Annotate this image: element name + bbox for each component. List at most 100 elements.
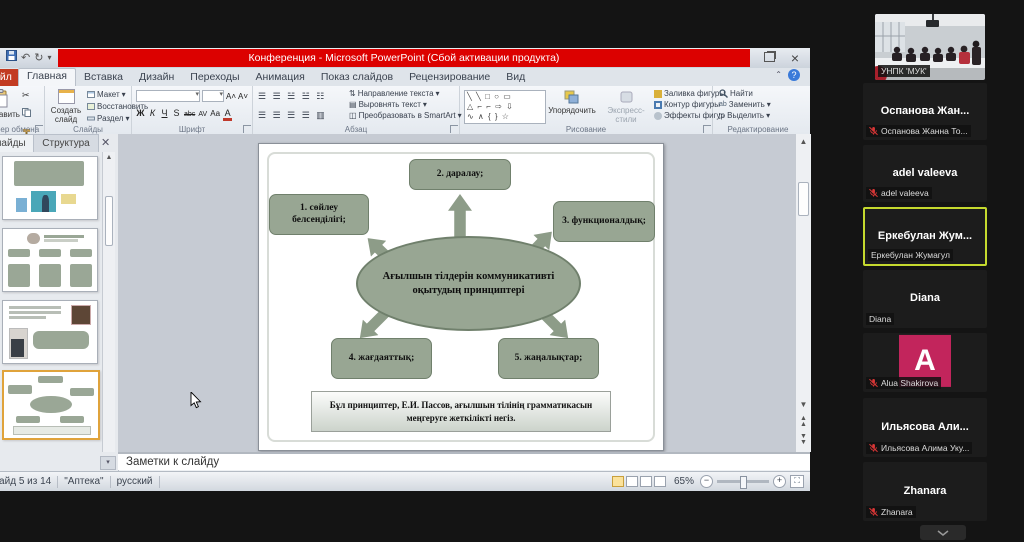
close-panel-icon[interactable]: ✕ bbox=[101, 136, 110, 149]
new-slide-button[interactable]: Создать слайд bbox=[47, 89, 85, 124]
replace-button[interactable]: abЗаменить ▾ bbox=[719, 100, 771, 109]
title-bar: ↶ ↻ ▾ Конференция - Microsoft PowerPoint… bbox=[0, 48, 810, 69]
next-slide-icon[interactable]: ▼▼ bbox=[796, 434, 811, 446]
panel-scroll-up-icon[interactable]: ▲ bbox=[103, 154, 115, 161]
font-size-combo[interactable] bbox=[202, 90, 224, 102]
quick-styles-button[interactable]: Экспресс-стили bbox=[600, 90, 652, 124]
slide-editor-area[interactable]: 2. даралау; 1. сөйлеу белсенділігі; 3. ф… bbox=[118, 134, 795, 452]
tab-slides-thumbnails[interactable]: Слайды bbox=[0, 134, 34, 152]
notes-pane[interactable]: Заметки к слайду bbox=[118, 452, 810, 470]
help-icon[interactable]: ? bbox=[788, 69, 800, 81]
text-direction-button[interactable]: ⇅Направление текста ▾ bbox=[349, 89, 462, 98]
shape-box-5[interactable]: 5. жаңалықтар; bbox=[498, 338, 599, 379]
participants-scroll-down-button[interactable] bbox=[920, 525, 966, 540]
zoom-slider[interactable] bbox=[717, 480, 769, 483]
quick-access-toolbar: ↶ ↻ ▾ bbox=[6, 50, 51, 66]
panel-scrollbar[interactable]: ▲ bbox=[102, 152, 115, 452]
tab-review[interactable]: Рецензирование bbox=[401, 69, 498, 86]
bullets-numbering-icons[interactable]: ☰ ☰ ☱ ☱ ☷ bbox=[258, 91, 326, 102]
find-button[interactable]: Найти bbox=[719, 89, 771, 98]
tab-animations[interactable]: Анимация bbox=[248, 69, 313, 86]
copy-icon[interactable] bbox=[22, 104, 31, 122]
scroll-thumb[interactable] bbox=[798, 182, 809, 216]
tab-insert[interactable]: Вставка bbox=[76, 69, 131, 86]
shape-box-4[interactable]: 4. жағдаяттық; bbox=[331, 338, 432, 379]
font-color-button[interactable]: A bbox=[223, 108, 232, 121]
strikethrough-button[interactable]: abc bbox=[184, 111, 195, 118]
grow-font-icon[interactable]: A˄ bbox=[226, 92, 236, 101]
shadow-button[interactable]: S bbox=[172, 108, 181, 118]
paste-button[interactable]: Вставить bbox=[0, 89, 16, 120]
panel-scroll-thumb[interactable] bbox=[105, 196, 113, 246]
shape-box-3[interactable]: 3. функционалдық; bbox=[553, 201, 655, 242]
slide-thumbnail-4-selected[interactable] bbox=[2, 370, 100, 440]
participant-video-tile[interactable]: УНПК 'МУК' bbox=[875, 14, 985, 80]
shapes-gallery[interactable]: ╲ ╲ □ ○ ▭ △ ⌐ ⌐ ⇨ ⇩ ∿ ∧ { } ☆ bbox=[464, 90, 546, 124]
font-name-combo[interactable] bbox=[136, 90, 200, 102]
smartart-button[interactable]: ◫Преобразовать в SmartArt ▾ bbox=[349, 111, 462, 120]
chevron-down-icon bbox=[937, 530, 949, 536]
participant-name-badge: Alua Shakirova bbox=[866, 377, 941, 389]
undo-icon[interactable]: ↶ bbox=[21, 50, 30, 66]
slide-canvas[interactable]: 2. даралау; 1. сөйлеу белсенділігі; 3. ф… bbox=[258, 143, 664, 451]
align-text-button[interactable]: ▤Выровнять текст ▾ bbox=[349, 100, 462, 109]
cut-icon[interactable]: ✂ bbox=[22, 90, 31, 101]
qat-dropdown-icon[interactable]: ▾ bbox=[47, 50, 51, 66]
select-button[interactable]: ▷Выделить ▾ bbox=[719, 111, 771, 120]
shape-box-2[interactable]: 2. даралау; bbox=[409, 159, 511, 190]
bold-button[interactable]: Ж bbox=[136, 108, 145, 118]
slide-sorter-view-icon[interactable] bbox=[626, 476, 638, 487]
scroll-down-icon[interactable]: ▼ bbox=[796, 400, 811, 409]
slide-thumbnail-2[interactable] bbox=[2, 228, 98, 292]
fit-to-window-icon[interactable]: ⛶ bbox=[790, 475, 804, 488]
slide-thumbnail-1[interactable] bbox=[2, 156, 98, 220]
zoom-out-icon[interactable]: − bbox=[700, 475, 713, 488]
slideshow-view-icon[interactable] bbox=[654, 476, 666, 487]
tab-outline[interactable]: Структура bbox=[33, 134, 99, 152]
underline-button[interactable]: Ч bbox=[160, 108, 169, 118]
language-indicator[interactable]: русский bbox=[117, 476, 153, 487]
participant-tile[interactable]: Оспанова Жан... Оспанова Жанна То... bbox=[863, 83, 987, 140]
change-case-button[interactable]: Aa bbox=[210, 109, 220, 118]
tab-transitions[interactable]: Переходы bbox=[182, 69, 247, 86]
arrange-button[interactable]: Упорядочить bbox=[546, 90, 598, 116]
tab-slideshow[interactable]: Показ слайдов bbox=[313, 69, 401, 86]
participant-tile[interactable]: A Alua Shakirova bbox=[863, 333, 987, 392]
clipboard-dialog-launcher[interactable] bbox=[35, 125, 43, 133]
redo-icon[interactable]: ↻ bbox=[34, 50, 43, 66]
tab-file[interactable]: Файл bbox=[0, 69, 18, 86]
char-spacing-button[interactable]: AV bbox=[198, 111, 207, 118]
paragraph-dialog-launcher[interactable] bbox=[450, 125, 458, 133]
font-dialog-launcher[interactable] bbox=[243, 125, 251, 133]
shape-center-ellipse[interactable]: Ағылшын тілдерін коммуникативті оқытудың… bbox=[356, 236, 581, 331]
save-icon[interactable] bbox=[6, 50, 17, 66]
shrink-font-icon[interactable]: A˅ bbox=[238, 92, 248, 101]
restore-button[interactable] bbox=[760, 51, 778, 65]
participant-tile[interactable]: adel valeeva adel valeeva bbox=[863, 145, 987, 202]
alignment-icons[interactable]: ☰ ☰ ☰ ☰ ▥ bbox=[258, 110, 327, 121]
scroll-up-icon[interactable]: ▲ bbox=[796, 137, 811, 146]
minimize-ribbon-icon[interactable]: ⌃ bbox=[775, 70, 782, 79]
zoom-slider-thumb[interactable] bbox=[740, 476, 747, 489]
tab-view[interactable]: Вид bbox=[498, 69, 533, 86]
shape-box-1[interactable]: 1. сөйлеу белсенділігі; bbox=[269, 194, 369, 235]
italic-button[interactable]: К bbox=[148, 108, 157, 118]
previous-slide-icon[interactable]: ▲▲ bbox=[796, 416, 811, 428]
drawing-dialog-launcher[interactable] bbox=[703, 125, 711, 133]
participant-tile[interactable]: Ильясова Али... Ильясова Алима Уку... bbox=[863, 398, 987, 457]
editor-scrollbar[interactable]: ▲ ▼ ▲▲ ▼▼ bbox=[795, 134, 811, 452]
tab-design[interactable]: Дизайн bbox=[131, 69, 182, 86]
participant-tile[interactable]: Diana Diana bbox=[863, 270, 987, 328]
zoom-in-icon[interactable]: + bbox=[773, 475, 786, 488]
notes-splitter-collapse-icon[interactable]: ▾ bbox=[100, 456, 116, 470]
tab-home[interactable]: Главная bbox=[18, 68, 76, 86]
group-clipboard: Вставить ✂ Буфер обмена bbox=[0, 86, 45, 134]
participants-panel: УНПК 'МУК' Оспанова Жан... Оспанова Жанн… bbox=[862, 0, 988, 542]
normal-view-icon[interactable] bbox=[612, 476, 624, 487]
participant-tile-active-speaker[interactable]: Еркебулан Жум... Еркебулан Жумагул bbox=[863, 207, 987, 266]
close-button[interactable]: × bbox=[786, 51, 804, 65]
slide-thumbnail-3[interactable] bbox=[2, 300, 98, 364]
participant-tile[interactable]: Zhanara Zhanara bbox=[863, 462, 987, 521]
reading-view-icon[interactable] bbox=[640, 476, 652, 487]
shape-footer-banner[interactable]: Бұл принциптер, Е.И. Пассов, ағылшын тіл… bbox=[311, 391, 611, 432]
